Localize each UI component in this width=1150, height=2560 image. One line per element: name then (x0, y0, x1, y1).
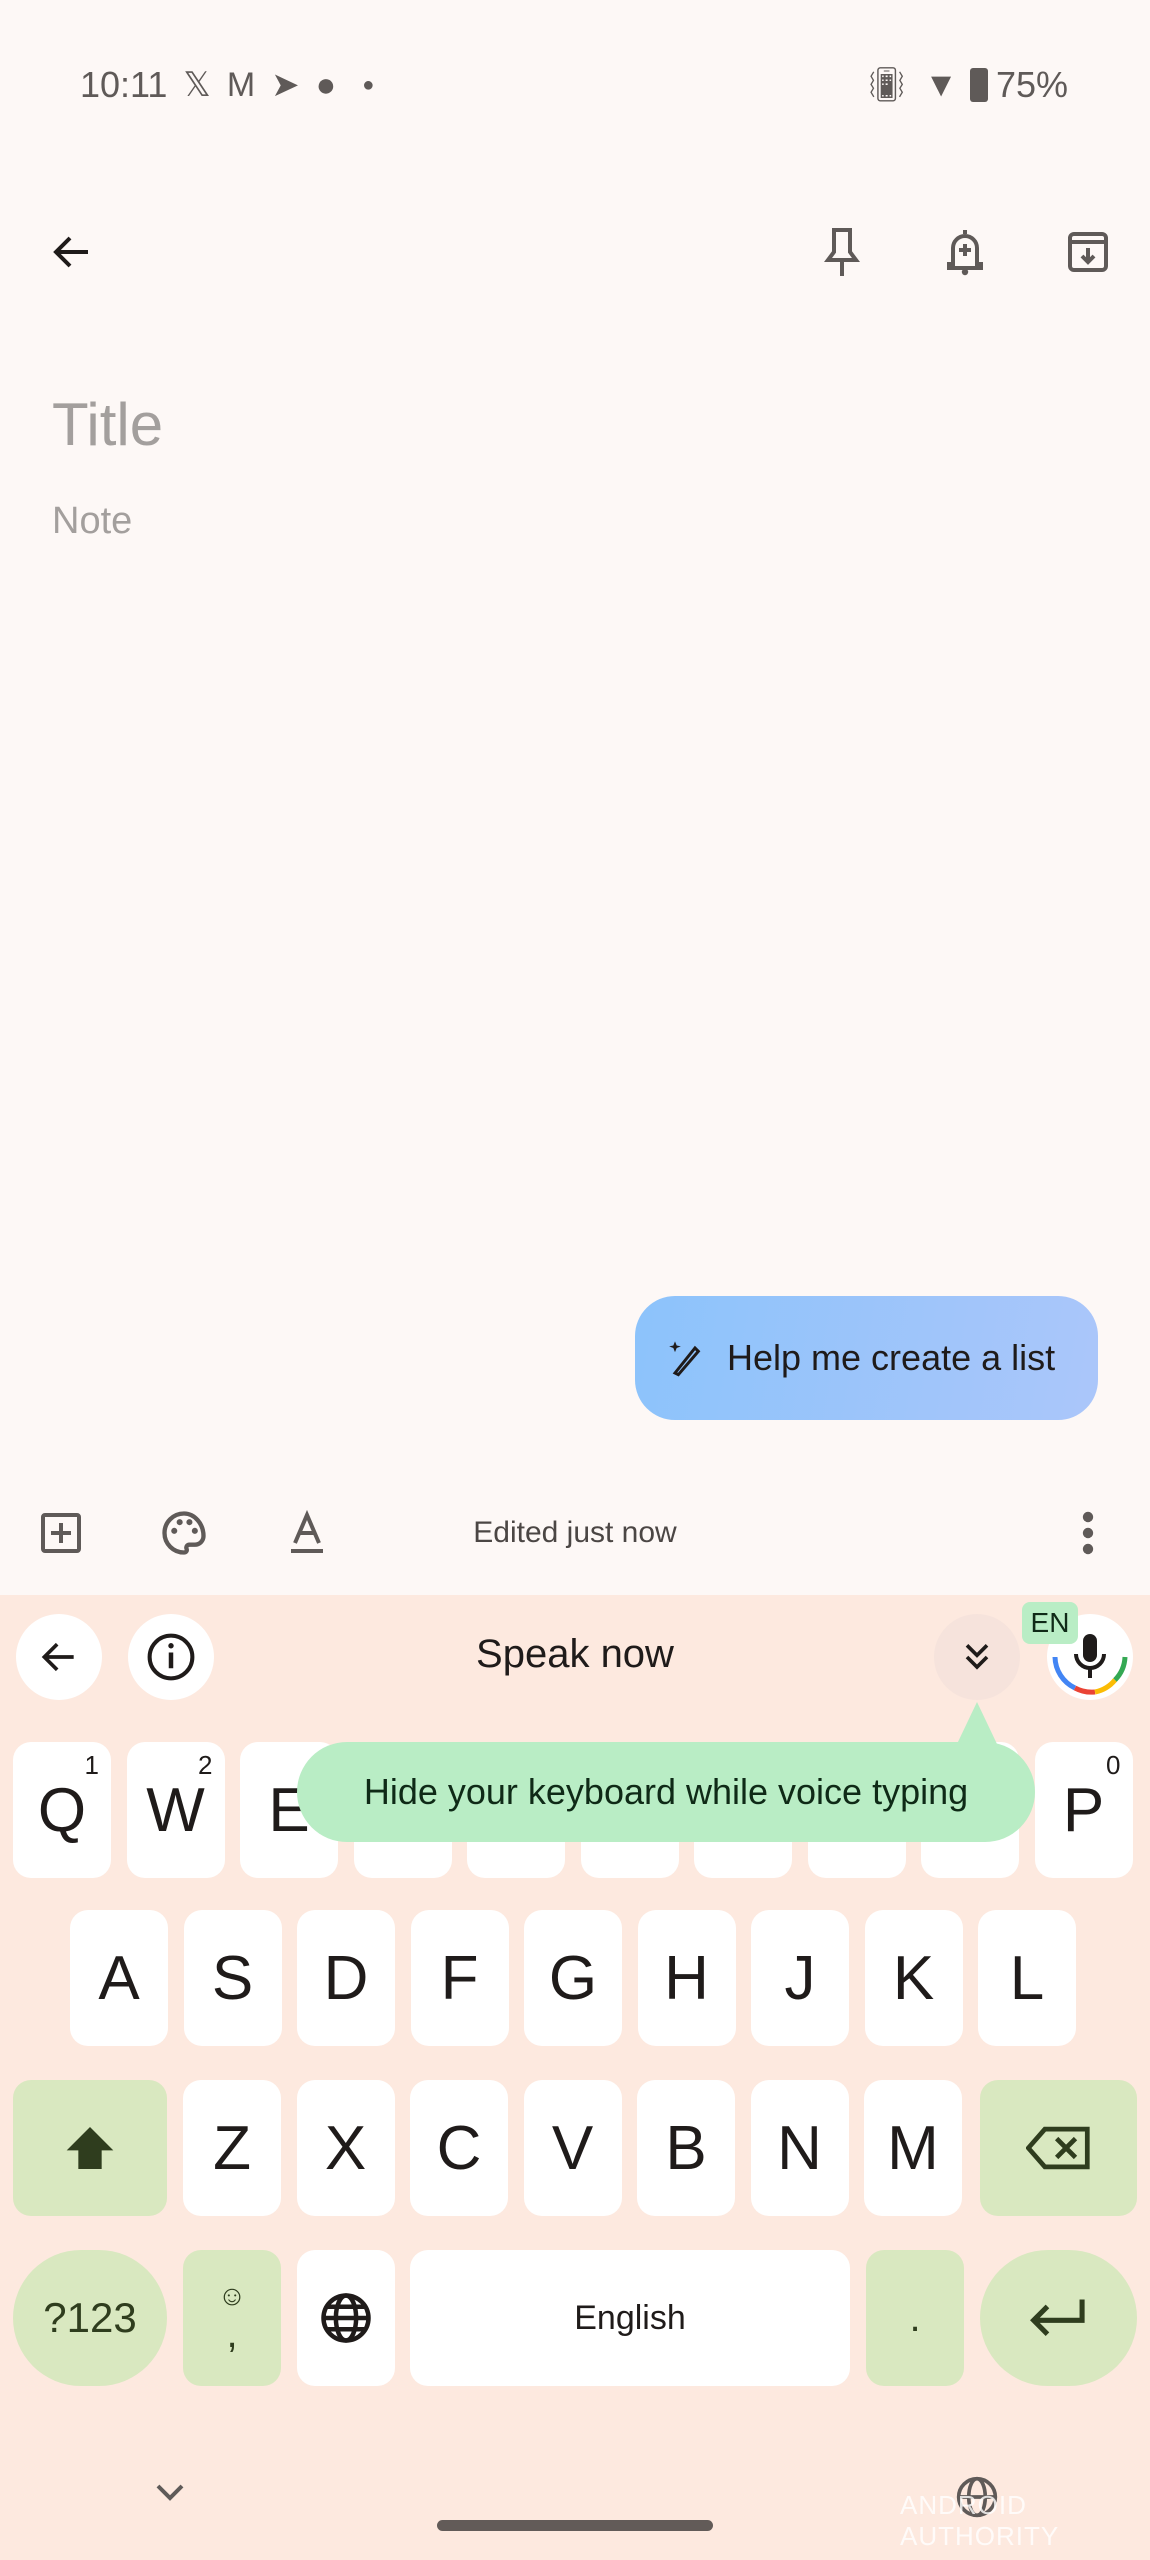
wifi-icon: ▼ (924, 65, 958, 104)
space-key[interactable]: English (410, 2250, 850, 2386)
shift-icon (66, 2127, 114, 2169)
key-label: L (1009, 1943, 1045, 2013)
enter-key[interactable] (980, 2250, 1137, 2386)
title-input[interactable]: Title (52, 390, 163, 459)
key-f[interactable]: F (410, 1910, 509, 2046)
key-label: V (551, 2113, 594, 2183)
key-l[interactable]: L (978, 1910, 1076, 2046)
key-label: P (1062, 1775, 1105, 1845)
piggy-bank-icon: ● (315, 65, 337, 104)
key-label: Z (213, 2113, 251, 2183)
key-label: B (665, 2113, 707, 2183)
key-label: G (548, 1943, 598, 2013)
help-me-create-list-button[interactable]: Help me create a list (635, 1296, 1098, 1420)
key-b[interactable]: B (637, 2080, 735, 2216)
note-input[interactable]: Note (52, 500, 132, 543)
double-chevron-down-icon (965, 1644, 989, 1670)
key-hint: 1 (84, 1750, 99, 1780)
backspace-icon (1025, 2126, 1090, 2170)
home-gesture-handle[interactable] (437, 2520, 713, 2531)
key-label: W (146, 1775, 205, 1845)
tooltip-arrow (957, 1702, 997, 1744)
battery-icon (969, 68, 988, 102)
telegram-icon: ➤ (271, 66, 300, 104)
symbols-key[interactable]: ?123 (13, 2250, 167, 2386)
emoji-icon: ☺ (217, 2279, 247, 2311)
help-button-label: Help me create a list (727, 1337, 1056, 1378)
language-switch-key[interactable] (297, 2250, 395, 2386)
key-label: X (324, 2113, 367, 2183)
key-label: J (784, 1943, 816, 2013)
key-h[interactable]: H (637, 1910, 736, 2046)
voice-typing-tooltip: Hide your keyboard while voice typing (297, 1742, 1035, 1842)
vibrate-icon: 📳︎ (865, 66, 909, 104)
key-g[interactable]: G (524, 1910, 622, 2046)
emoji-comma-key[interactable]: ☺ , (183, 2250, 281, 2386)
language-badge: EN (1022, 1602, 1078, 1644)
key-x[interactable]: X (296, 2080, 395, 2216)
key-q[interactable]: Q1 (13, 1742, 111, 1878)
key-w[interactable]: W2 (126, 1742, 225, 1878)
battery-percent: 75% (995, 64, 1068, 105)
key-m[interactable]: M (864, 2080, 962, 2216)
key-n[interactable]: N (750, 2080, 849, 2216)
x-icon: 𝕏 (183, 66, 211, 104)
comma-label: , (226, 2311, 238, 2356)
key-d[interactable]: D (297, 1910, 395, 2046)
watermark: ANDROID AUTHORITY (900, 2490, 1060, 2551)
gmail-icon: M (226, 65, 256, 104)
archive-icon[interactable] (1052, 216, 1124, 288)
hide-keyboard-button[interactable] (934, 1614, 1020, 1700)
key-c[interactable]: C (410, 2080, 508, 2216)
key-label: K (892, 1943, 935, 2013)
key-label: M (887, 2113, 939, 2183)
key-label: Q (37, 1775, 87, 1845)
key-label: D (323, 1943, 369, 2013)
key-k[interactable]: K (864, 1910, 963, 2046)
clock: 10:11 (80, 64, 168, 105)
status-bar-left: 10:11 𝕏 M ➤ ● ● (80, 60, 374, 110)
shift-key[interactable] (13, 2080, 167, 2216)
status-bar-right: 📳︎ ▼ 75% (849, 60, 1068, 110)
more-dot-icon: ● (362, 73, 375, 96)
pin-icon[interactable] (806, 216, 878, 288)
key-label: S (211, 1943, 254, 2013)
key-hint: 2 (198, 1750, 213, 1780)
period-key[interactable]: . (866, 2250, 964, 2386)
magic-pen-icon (669, 1341, 701, 1377)
collapse-keyboard-icon[interactable] (152, 2480, 188, 2509)
more-vert-icon[interactable] (1052, 1497, 1124, 1569)
key-j[interactable]: J (751, 1910, 849, 2046)
back-arrow-icon[interactable] (36, 216, 108, 288)
key-v[interactable]: V (523, 2080, 622, 2216)
key-p[interactable]: P0 (1034, 1742, 1133, 1878)
edited-status: Edited just now (473, 1516, 677, 1549)
key-label: F (440, 1943, 479, 2013)
enter-icon (1029, 2299, 1085, 2336)
key-label: H (664, 1943, 709, 2013)
key-z[interactable]: Z (183, 2080, 281, 2216)
key-a[interactable]: A (70, 1910, 168, 2046)
backspace-key[interactable] (980, 2080, 1137, 2216)
key-label: C (436, 2113, 482, 2183)
key-label: N (777, 2113, 822, 2183)
key-s[interactable]: S (183, 1910, 282, 2046)
globe-icon (321, 2293, 371, 2343)
key-label: A (98, 1943, 140, 2013)
key-hint: 0 (1106, 1750, 1121, 1780)
reminder-bell-icon[interactable] (929, 216, 1001, 288)
